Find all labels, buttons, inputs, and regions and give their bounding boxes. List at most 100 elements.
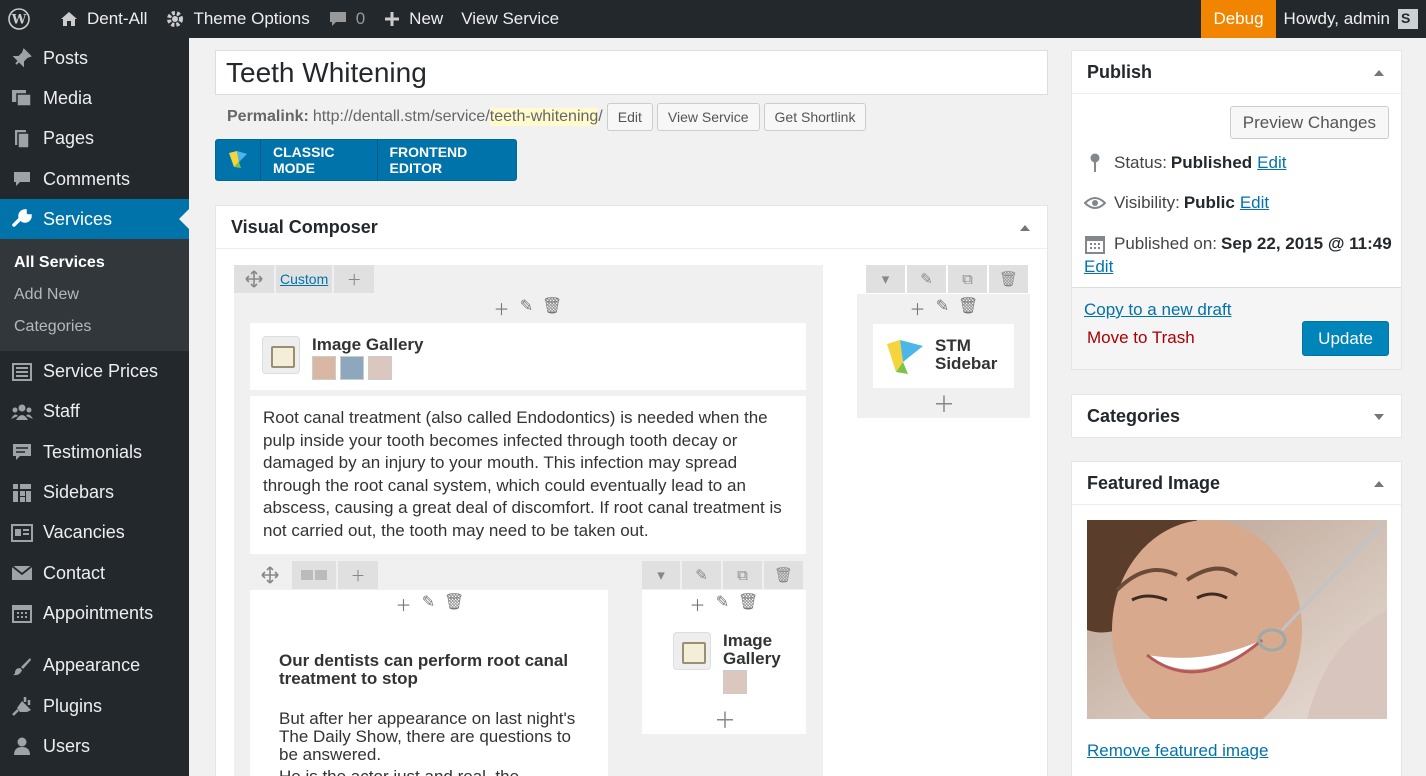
row-move-icon[interactable] <box>234 265 274 293</box>
move-to-trash-link[interactable]: Move to Trash <box>1087 328 1195 348</box>
element-image-gallery-2[interactable]: Image Gallery <box>662 628 792 694</box>
menu-item-comments[interactable]: Comments <box>0 159 189 199</box>
menu-item-testimonials[interactable]: Testimonials <box>0 432 189 472</box>
view-service-button[interactable]: View Service <box>656 103 760 131</box>
element-stm-sidebar[interactable]: STM Sidebar <box>873 324 1014 388</box>
menu-item-service-prices[interactable]: Service Prices <box>0 351 189 391</box>
sidebar-col-dropdown-icon[interactable]: ▾ <box>866 265 905 293</box>
inner-column-right: ＋ ✎ 🗑 Image Gallery ＋ <box>642 590 806 734</box>
get-shortlink-button[interactable]: Get Shortlink <box>763 103 867 131</box>
visual-composer-box: Visual Composer Custom ＋ ＋ ✎ 🗑 Image Gal… <box>215 205 1048 776</box>
sidebar-col-trash-icon[interactable]: 🗑 <box>958 296 978 320</box>
sidebar-col-clone-icon[interactable]: ⧉ <box>948 265 987 293</box>
featured-image[interactable] <box>1087 520 1387 719</box>
theme-options-link[interactable]: Theme Options <box>156 0 318 38</box>
row-add-icon[interactable]: ＋ <box>334 265 375 293</box>
account-menu[interactable]: Howdy, admin S <box>1276 0 1426 38</box>
status-value: Published <box>1170 153 1253 172</box>
menu-item-appearance[interactable]: Appearance <box>0 646 189 686</box>
update-button[interactable]: Update <box>1302 321 1389 356</box>
inner-row-move-icon[interactable] <box>250 561 290 589</box>
inner-right-add-element-icon[interactable]: ＋ <box>714 710 736 732</box>
permalink-base: http://dentall.stm/service/ <box>312 108 490 125</box>
menu-item-contact[interactable]: Contact <box>0 553 189 593</box>
menu-label-testimonials: Testimonials <box>43 441 143 462</box>
inner-col-clone-icon[interactable]: ⧉ <box>723 561 762 589</box>
inner-row-add-icon[interactable]: ＋ <box>338 561 378 589</box>
sidebar-col-add-icon[interactable]: ＋ <box>908 296 927 320</box>
gallery-thumb-3 <box>368 356 392 380</box>
comments-count: 0 <box>355 9 366 28</box>
sidebar-add-element-icon[interactable]: ＋ <box>933 394 955 416</box>
inner-column-add-icon[interactable]: ＋ <box>394 592 413 616</box>
inner-row-layout-icon[interactable] <box>292 561 336 589</box>
categories-title[interactable]: Categories <box>1072 395 1401 438</box>
inner-heading: Our dentists can perform root canal trea… <box>279 651 569 688</box>
debug-button[interactable]: Debug <box>1201 0 1276 38</box>
gallery-thumb-1 <box>312 356 336 380</box>
inner-column-edit-icon[interactable]: ✎ <box>419 592 438 616</box>
copy-to-draft-link[interactable]: Copy to a new draft <box>1084 300 1231 320</box>
status-edit-link[interactable]: Edit <box>1257 153 1286 173</box>
inner-col-edit-icon[interactable]: ✎ <box>682 561 721 589</box>
inner-col-delete-icon[interactable]: 🗑 <box>764 561 803 589</box>
visibility-edit-link[interactable]: Edit <box>1240 193 1269 213</box>
element-text-block[interactable]: Root canal treatment (also called Endodo… <box>250 396 806 554</box>
inner-right-delete-icon[interactable]: 🗑 <box>738 592 758 616</box>
menu-item-pages[interactable]: Pages <box>0 119 189 159</box>
sidebar-col-pencil-icon[interactable]: ✎ <box>933 296 952 320</box>
vc-box-toggle-icon[interactable] <box>1020 225 1030 231</box>
published-edit-link[interactable]: Edit <box>1084 257 1113 277</box>
status-row: Status: Published Edit <box>1084 152 1286 174</box>
submenu-add-new[interactable]: Add New <box>0 279 189 311</box>
menu-item-appointments[interactable]: Appointments <box>0 593 189 633</box>
sidebar-col-delete-icon[interactable]: 🗑 <box>989 265 1028 293</box>
menu-item-media[interactable]: Media <box>0 78 189 118</box>
publish-toggle-icon[interactable] <box>1374 70 1384 76</box>
plus-icon <box>385 12 400 26</box>
menu-item-services[interactable]: Services <box>0 199 189 240</box>
vc-row-controls: Custom ＋ <box>234 265 376 293</box>
frontend-editor-button[interactable]: FRONTEND EDITOR <box>378 140 517 180</box>
menu-label-appointments: Appointments <box>43 602 154 623</box>
remove-featured-image-link[interactable]: Remove featured image <box>1087 741 1268 761</box>
menu-item-posts[interactable]: Posts <box>0 38 189 78</box>
publish-actions: Copy to a new draft Move to Trash Update <box>1072 287 1401 369</box>
site-name-link[interactable]: Dent-All <box>50 0 156 38</box>
menu-item-staff[interactable]: Staff <box>0 392 189 432</box>
element-image-gallery[interactable]: Image Gallery <box>250 323 806 390</box>
submenu-all-services[interactable]: All Services <box>0 247 189 279</box>
vc-logo-button[interactable] <box>216 140 261 180</box>
paintbrush-icon <box>10 654 34 678</box>
permalink-edit-button[interactable]: Edit <box>606 103 653 131</box>
row-tab-custom[interactable]: Custom <box>276 265 333 293</box>
new-content-link[interactable]: New <box>374 0 452 38</box>
inner-column-right-controls: ＋ ✎ 🗑 <box>688 592 758 616</box>
classic-mode-button[interactable]: CLASSIC MODE <box>261 140 378 180</box>
categories-toggle-icon[interactable] <box>1374 414 1384 420</box>
image-gallery-2-icon <box>673 632 711 670</box>
comments-link[interactable]: 0 <box>319 0 374 38</box>
submenu-categories[interactable]: Categories <box>0 311 189 343</box>
column-edit-icon[interactable]: ✎ <box>517 296 536 320</box>
sidebar-col-edit-icon[interactable]: ✎ <box>907 265 946 293</box>
categories-box: Categories <box>1071 394 1402 438</box>
post-title-input[interactable] <box>215 50 1048 95</box>
menu-item-users[interactable]: Users <box>0 726 189 766</box>
column-delete-icon[interactable]: 🗑 <box>542 296 562 320</box>
column-add-icon[interactable]: ＋ <box>492 296 511 320</box>
vc-box-title: Visual Composer <box>216 206 1047 249</box>
inner-text-continued: He is the actor just and real, the <box>279 768 584 776</box>
featured-toggle-icon[interactable] <box>1374 481 1384 487</box>
wordpress-logo-icon[interactable]: W <box>0 0 50 38</box>
inner-right-add-icon[interactable]: ＋ <box>688 592 707 616</box>
inner-col-dropdown-icon[interactable]: ▾ <box>642 561 680 589</box>
preview-changes-button[interactable]: Preview Changes <box>1229 106 1389 139</box>
menu-item-plugins[interactable]: Plugins <box>0 686 189 726</box>
menu-item-vacancies[interactable]: Vacancies <box>0 513 189 553</box>
inner-right-edit-icon[interactable]: ✎ <box>713 592 732 616</box>
view-service-link[interactable]: View Service <box>452 0 568 38</box>
menu-item-sidebars[interactable]: Sidebars <box>0 472 189 512</box>
permalink-slug[interactable]: teeth-whitening <box>489 108 599 126</box>
inner-column-delete-icon[interactable]: 🗑 <box>444 592 464 616</box>
